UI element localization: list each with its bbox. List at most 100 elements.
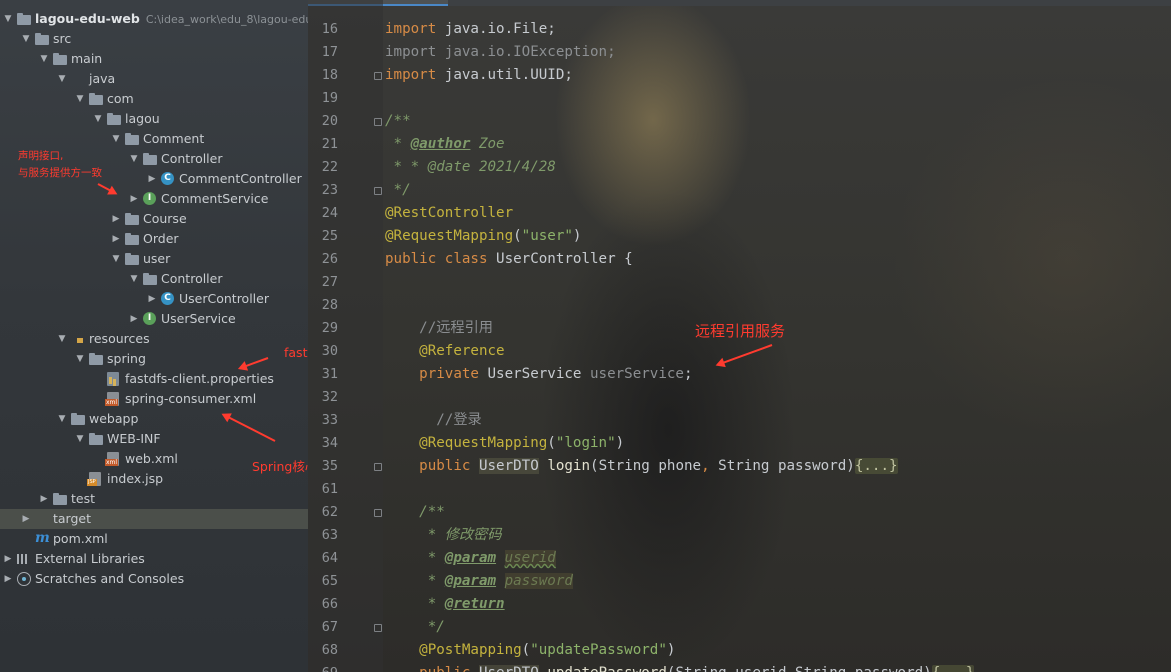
tree-node-usercontroller[interactable]: ▶ C UserController (0, 289, 308, 309)
expand-arrow-icon[interactable]: ▼ (20, 29, 32, 49)
code-line[interactable]: public UserDTO login(String phone, Strin… (385, 455, 898, 478)
line-number: 29 (321, 320, 338, 336)
collapse-arrow-icon[interactable]: ▶ (38, 489, 50, 509)
code-line[interactable]: //远程引用 (385, 317, 493, 340)
tree-node-user[interactable]: ▼ user (0, 249, 308, 269)
code-line[interactable]: import java.util.UUID; (385, 64, 573, 87)
tree-node-label: spring (107, 351, 146, 366)
folder-icon (89, 353, 103, 365)
expand-arrow-icon[interactable]: ▼ (74, 349, 86, 369)
code-token: */ (385, 619, 445, 635)
code-line[interactable]: @RequestMapping("user") (385, 225, 581, 248)
collapse-arrow-icon[interactable]: ▶ (146, 169, 158, 189)
code-token: UserController { (487, 251, 633, 267)
tree-node-comment[interactable]: ▼ Comment (0, 129, 308, 149)
collapse-arrow-icon[interactable]: ▶ (20, 509, 32, 529)
collapse-arrow-icon[interactable]: ▶ (146, 289, 158, 309)
code-line[interactable]: private UserService userService; (385, 363, 692, 386)
tree-node-label: External Libraries (35, 551, 145, 566)
tree-node-pom-xml[interactable]: m pom.xml (0, 529, 308, 549)
fold-marker-icon[interactable] (374, 463, 382, 471)
expand-arrow-icon[interactable]: ▼ (110, 129, 122, 149)
fold-marker-icon[interactable] (374, 509, 382, 517)
tree-node-userservice[interactable]: ▶ I UserService (0, 309, 308, 329)
code-line[interactable]: @Reference (385, 340, 504, 363)
code-line[interactable]: * * @date 2021/4/28 (385, 156, 556, 179)
code-token: {...} (854, 458, 898, 474)
tree-node-test[interactable]: ▶ test (0, 489, 308, 509)
code-line[interactable]: import java.io.IOException; (385, 41, 616, 64)
code-line[interactable]: public class UserController { (385, 248, 633, 271)
expand-arrow-icon[interactable]: ▼ (56, 329, 68, 349)
collapse-arrow-icon[interactable]: ▶ (110, 209, 122, 229)
code-line[interactable]: @PostMapping("updatePassword") (385, 639, 675, 662)
code-line[interactable]: /** (385, 110, 411, 133)
tree-node-order[interactable]: ▶ Order (0, 229, 308, 249)
code-line[interactable]: @RestController (385, 202, 513, 225)
tree-node-java[interactable]: ▼ java (0, 69, 308, 89)
tree-node-external-libraries[interactable]: ▶ External Libraries (0, 549, 308, 569)
fold-marker-icon[interactable] (374, 187, 382, 195)
tree-node-label: main (71, 51, 103, 66)
tree-node-commentservice[interactable]: ▶ I CommentService (0, 189, 308, 209)
tree-node-controller[interactable]: ▼ Controller (0, 269, 308, 289)
tree-node-scratches-and-consoles[interactable]: ▶ Scratches and Consoles (0, 569, 308, 589)
code-line[interactable]: * @param password (385, 570, 573, 593)
fold-marker-icon[interactable] (374, 118, 382, 126)
tree-node-lagou-edu-web[interactable]: ▼ lagou-edu-web C:\idea_work\edu_8\lagou-e… (0, 9, 308, 29)
code-token: /** (385, 113, 411, 129)
code-line[interactable]: * 修改密码 (385, 524, 502, 547)
tree-node-label: UserController (179, 291, 269, 306)
tree-node-label: com (107, 91, 134, 106)
collapse-arrow-icon[interactable]: ▶ (2, 549, 14, 569)
tree-node-web-inf[interactable]: ▼ WEB-INF (0, 429, 308, 449)
collapse-arrow-icon[interactable]: ▶ (128, 189, 140, 209)
line-number: 31 (321, 366, 338, 382)
tree-node-src[interactable]: ▼ src (0, 29, 308, 49)
tree-node-course[interactable]: ▶ Course (0, 209, 308, 229)
code-line[interactable]: * @author Zoe (385, 133, 505, 156)
code-token: ( (521, 642, 531, 658)
tree-node-spring-consumer-xml[interactable]: spring-consumer.xml (0, 389, 308, 409)
tree-node-resources[interactable]: ▼ resources (0, 329, 308, 349)
code-line[interactable]: * @return (385, 593, 505, 616)
expand-arrow-icon[interactable]: ▼ (92, 109, 104, 129)
code-line[interactable]: //登录 (385, 409, 481, 432)
code-line[interactable]: import java.io.File; (385, 18, 556, 41)
code-editor[interactable]: 16 17 18 19 20 21 22 23 24 25 26 27 28 29 30 31 32 33 34 35… (308, 0, 1171, 672)
expand-arrow-icon[interactable]: ▼ (128, 269, 140, 289)
code-line[interactable]: */ (385, 616, 445, 639)
expand-arrow-icon[interactable]: ▼ (110, 249, 122, 269)
code-token: * * @date 2021/4/28 (385, 159, 556, 175)
line-number: 68 (321, 642, 338, 658)
tree-node-fastdfs-client-properties[interactable]: fastdfs-client.properties (0, 369, 308, 389)
code-line[interactable]: */ (385, 179, 411, 202)
fold-marker-icon[interactable] (374, 624, 382, 632)
collapse-arrow-icon[interactable]: ▶ (2, 569, 14, 589)
expand-arrow-icon[interactable]: ▼ (38, 49, 50, 69)
project-path: C:\idea_work\edu_8\lagou-edu (145, 13, 308, 26)
code-line[interactable]: /** (385, 501, 445, 524)
line-number: 30 (321, 343, 338, 359)
tree-node-lagou[interactable]: ▼ lagou (0, 109, 308, 129)
line-number: 28 (321, 297, 338, 313)
code-line[interactable]: @RequestMapping("login") (385, 432, 624, 455)
line-number: 20 (321, 113, 338, 129)
expand-arrow-icon[interactable]: ▼ (56, 409, 68, 429)
code-token: UserDTO (478, 665, 539, 672)
collapse-arrow-icon[interactable]: ▶ (128, 309, 140, 329)
tree-node-webapp[interactable]: ▼ webapp (0, 409, 308, 429)
tree-node-com[interactable]: ▼ com (0, 89, 308, 109)
collapse-arrow-icon[interactable]: ▶ (110, 229, 122, 249)
expand-arrow-icon[interactable]: ▼ (2, 9, 14, 29)
expand-arrow-icon[interactable]: ▼ (74, 429, 86, 449)
code-line[interactable]: public UserDTO updatePassword(String use… (385, 662, 975, 672)
expand-arrow-icon[interactable]: ▼ (128, 149, 140, 169)
tree-node-target[interactable]: ▶ target (0, 509, 308, 529)
line-number: 61 (321, 481, 338, 497)
tree-node-main[interactable]: ▼ main (0, 49, 308, 69)
code-line[interactable]: * @param userid (385, 547, 556, 570)
expand-arrow-icon[interactable]: ▼ (56, 69, 68, 89)
expand-arrow-icon[interactable]: ▼ (74, 89, 86, 109)
fold-marker-icon[interactable] (374, 72, 382, 80)
